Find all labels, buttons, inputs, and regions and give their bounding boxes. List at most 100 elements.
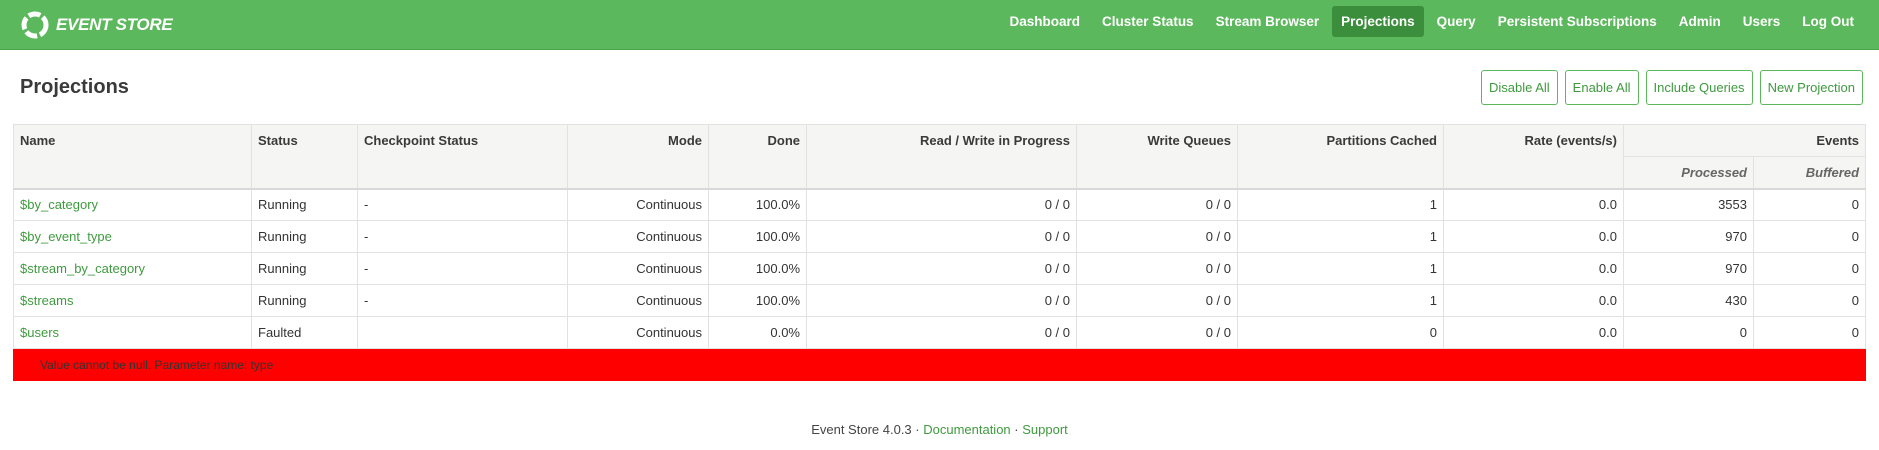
done-cell: 100.0% <box>708 188 807 221</box>
nav-cluster-status[interactable]: Cluster Status <box>1093 6 1203 37</box>
write-queues-cell: 0 / 0 <box>1076 316 1238 349</box>
projection-link-by-category[interactable]: $by_category <box>20 197 98 212</box>
projection-link-by-event-type[interactable]: $by_event_type <box>20 229 112 244</box>
status-cell: Running <box>251 284 358 317</box>
support-link[interactable]: Support <box>1022 422 1068 437</box>
footer: Event Store 4.0.3 · Documentation · Supp… <box>0 422 1879 437</box>
col-header-status[interactable]: Status <box>251 124 358 189</box>
col-header-processed[interactable]: Processed <box>1623 156 1754 189</box>
checkpoint-cell: - <box>357 220 568 253</box>
col-header-read-write[interactable]: Read / Write in Progress <box>806 124 1077 189</box>
col-header-mode[interactable]: Mode <box>567 124 709 189</box>
partitions-cell: 1 <box>1237 188 1444 221</box>
projection-actions: Disable All Enable All Include Queries N… <box>1480 70 1863 105</box>
buffered-cell: 0 <box>1752 188 1867 221</box>
checkpoint-cell: - <box>357 252 568 285</box>
status-cell: Running <box>251 220 358 253</box>
read-write-cell: 0 / 0 <box>806 316 1077 349</box>
partitions-cell: 1 <box>1237 252 1444 285</box>
projection-link-users[interactable]: $users <box>20 325 59 340</box>
top-navbar: EVENT STORE Dashboard Cluster Status Str… <box>0 0 1879 50</box>
read-write-cell: 0 / 0 <box>806 188 1077 221</box>
nav-persistent-subscriptions[interactable]: Persistent Subscriptions <box>1489 6 1666 37</box>
write-queues-cell: 0 / 0 <box>1076 220 1238 253</box>
status-cell: Faulted <box>251 316 358 349</box>
documentation-link[interactable]: Documentation <box>923 422 1010 437</box>
checkpoint-cell: - <box>357 284 568 317</box>
nav-stream-browser[interactable]: Stream Browser <box>1207 6 1329 37</box>
checkpoint-cell <box>357 316 568 349</box>
event-store-logo-icon <box>20 10 50 40</box>
partitions-cell: 1 <box>1237 220 1444 253</box>
processed-cell: 0 <box>1623 316 1754 349</box>
col-header-buffered[interactable]: Buffered <box>1752 156 1867 189</box>
buffered-cell: 0 <box>1752 252 1867 285</box>
done-cell: 100.0% <box>708 252 807 285</box>
buffered-cell: 0 <box>1752 220 1867 253</box>
error-row: Value cannot be null. Parameter name: ty… <box>12 348 1867 381</box>
partitions-cell: 1 <box>1237 284 1444 317</box>
partitions-cell: 0 <box>1237 316 1444 349</box>
mode-cell: Continuous <box>567 188 709 221</box>
write-queues-cell: 0 / 0 <box>1076 284 1238 317</box>
col-header-partitions-cached[interactable]: Partitions Cached <box>1237 124 1444 189</box>
table-row: $streams Running - Continuous 100.0% 0 /… <box>13 284 1867 317</box>
nav-admin[interactable]: Admin <box>1670 6 1730 37</box>
projection-link-streams[interactable]: $streams <box>20 293 73 308</box>
footer-separator: · <box>911 422 924 437</box>
col-header-rate[interactable]: Rate (events/s) <box>1443 124 1624 189</box>
brand-name: EVENT STORE <box>56 15 173 34</box>
mode-cell: Continuous <box>567 316 709 349</box>
page-title: Projections <box>20 76 129 98</box>
table-row: $by_event_type Running - Continuous 100.… <box>13 220 1867 253</box>
col-header-done[interactable]: Done <box>708 124 807 189</box>
table-row: $users Faulted Continuous 0.0% 0 / 0 0 /… <box>13 316 1867 349</box>
processed-cell: 970 <box>1623 252 1754 285</box>
footer-version: Event Store 4.0.3 <box>811 422 912 437</box>
footer-separator: · <box>1010 422 1023 437</box>
rate-cell: 0.0 <box>1443 220 1624 253</box>
new-projection-button[interactable]: New Projection <box>1759 70 1863 105</box>
main-nav: Dashboard Cluster Status Stream Browser … <box>1001 6 1863 37</box>
table-row: $by_category Running - Continuous 100.0%… <box>13 188 1867 221</box>
status-cell: Running <box>251 188 358 221</box>
done-cell: 100.0% <box>708 284 807 317</box>
processed-cell: 430 <box>1623 284 1754 317</box>
include-queries-button[interactable]: Include Queries <box>1645 70 1753 105</box>
table-row: $stream_by_category Running - Continuous… <box>13 252 1867 285</box>
col-header-checkpoint-status[interactable]: Checkpoint Status <box>357 124 568 189</box>
done-cell: 0.0% <box>708 316 807 349</box>
status-cell: Running <box>251 252 358 285</box>
nav-projections[interactable]: Projections <box>1332 6 1424 37</box>
processed-cell: 3553 <box>1623 188 1754 221</box>
done-cell: 100.0% <box>708 220 807 253</box>
mode-cell: Continuous <box>567 220 709 253</box>
checkpoint-cell: - <box>357 188 568 221</box>
col-header-name[interactable]: Name <box>13 124 252 189</box>
rate-cell: 0.0 <box>1443 316 1624 349</box>
buffered-cell: 0 <box>1752 316 1867 349</box>
nav-log-out[interactable]: Log Out <box>1793 6 1863 37</box>
read-write-cell: 0 / 0 <box>806 252 1077 285</box>
nav-query[interactable]: Query <box>1428 6 1485 37</box>
mode-cell: Continuous <box>567 284 709 317</box>
rate-cell: 0.0 <box>1443 252 1624 285</box>
brand-logo[interactable]: EVENT STORE <box>20 7 173 43</box>
read-write-cell: 0 / 0 <box>806 220 1077 253</box>
projection-link-stream-by-category[interactable]: $stream_by_category <box>20 261 145 276</box>
col-header-events: Events <box>1622 124 1867 157</box>
disable-all-button[interactable]: Disable All <box>1480 70 1558 105</box>
write-queues-cell: 0 / 0 <box>1076 252 1238 285</box>
mode-cell: Continuous <box>567 252 709 285</box>
col-header-write-queues[interactable]: Write Queues <box>1076 124 1238 189</box>
nav-dashboard[interactable]: Dashboard <box>1001 6 1090 37</box>
processed-cell: 970 <box>1623 220 1754 253</box>
rate-cell: 0.0 <box>1443 284 1624 317</box>
rate-cell: 0.0 <box>1443 188 1624 221</box>
buffered-cell: 0 <box>1752 284 1867 317</box>
nav-users[interactable]: Users <box>1734 6 1790 37</box>
write-queues-cell: 0 / 0 <box>1076 188 1238 221</box>
read-write-cell: 0 / 0 <box>806 284 1077 317</box>
projections-table: Name Status Checkpoint Status Mode Done … <box>12 124 1867 381</box>
enable-all-button[interactable]: Enable All <box>1564 70 1639 105</box>
